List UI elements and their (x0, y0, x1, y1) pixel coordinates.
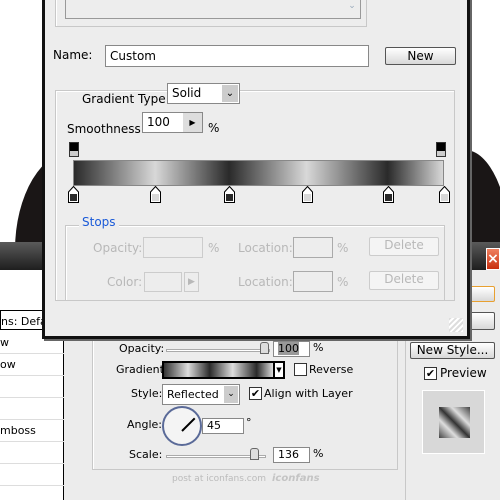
new-style-button[interactable]: New Style... (410, 342, 495, 359)
stop-opacity-label: Opacity: (93, 241, 143, 255)
list-item[interactable] (0, 442, 64, 464)
chevron-down-icon[interactable]: ⌄ (224, 386, 238, 403)
stop-opacity-location-input (293, 237, 333, 258)
align-with-layer-label: Align with Layer (264, 387, 353, 400)
stop-opacity-location-label: Location: (238, 241, 293, 255)
angle-label: Angle: (127, 418, 163, 431)
list-item[interactable] (0, 464, 64, 486)
stop-color-swatch (144, 272, 182, 292)
preview-label: Preview (440, 366, 487, 380)
delete-opacity-stop-button: Delete (369, 237, 439, 256)
color-stop[interactable] (149, 185, 161, 203)
scale-label: Scale: (129, 448, 163, 461)
stop-opacity-input (143, 237, 203, 258)
list-item[interactable]: mboss (0, 420, 64, 442)
stop-color-location-label: Location: (238, 275, 293, 289)
list-item[interactable] (0, 376, 64, 398)
watermark-logo: iconfans (272, 473, 320, 484)
stop-opacity-percent: % (208, 241, 220, 255)
gradient-bar[interactable] (73, 160, 444, 186)
scale-percent: % (313, 447, 324, 460)
resize-grip-icon[interactable] (449, 318, 463, 332)
chevron-down-icon[interactable]: ⌄ (222, 85, 238, 102)
name-input[interactable]: Custom (105, 45, 369, 67)
smoothness-percent: % (208, 121, 220, 135)
gradient-type-label: Gradient Type: (79, 92, 173, 106)
stop-opacity-location-percent: % (337, 241, 349, 255)
watermark-text: post at iconfans.com (172, 474, 267, 484)
style-label: Style: (131, 387, 163, 400)
scale-slider-thumb[interactable] (250, 448, 259, 460)
list-item[interactable] (0, 398, 64, 420)
gradient-label: Gradient: (116, 363, 168, 376)
preview-checkbox[interactable]: ✔ (424, 367, 437, 380)
align-with-layer-checkbox[interactable]: ✔ (249, 387, 262, 400)
gradient-swatch[interactable] (162, 361, 275, 379)
list-item[interactable]: ow (0, 354, 64, 376)
color-stop[interactable] (223, 185, 235, 203)
stops-title: Stops (79, 215, 119, 229)
opacity-slider-thumb[interactable] (260, 342, 269, 354)
gradient-dropdown-button[interactable]: ▼ (274, 361, 285, 379)
smoothness-arrow-button[interactable]: ▶ (183, 113, 202, 132)
opacity-label: Opacity: (119, 342, 165, 355)
reverse-checkbox[interactable] (294, 363, 307, 376)
degree-symbol: ° (246, 416, 252, 429)
opacity-percent: % (313, 341, 324, 354)
close-icon[interactable]: × (486, 248, 500, 270)
preview-swatch (422, 390, 485, 454)
stop-color-label: Color: (107, 275, 143, 289)
color-stop[interactable] (301, 185, 313, 203)
opacity-stop-right[interactable] (436, 142, 446, 157)
stop-color-location-input (293, 271, 333, 292)
angle-dial[interactable] (162, 406, 202, 446)
new-button[interactable]: New (385, 47, 456, 65)
stop-color-location-percent: % (337, 275, 349, 289)
presets-list[interactable] (65, 0, 361, 19)
reverse-label: Reverse (309, 363, 354, 376)
color-stop[interactable] (439, 185, 450, 203)
presets-scroll-down-icon[interactable]: ⌄ (345, 1, 359, 17)
stop-color-arrow: ▶ (184, 272, 199, 292)
delete-color-stop-button: Delete (369, 271, 439, 290)
opacity-slider[interactable] (166, 349, 270, 352)
smoothness-label: Smoothness: (67, 122, 145, 136)
scale-input[interactable]: 136 (273, 447, 310, 463)
color-stop[interactable] (383, 185, 395, 203)
opacity-stop-left[interactable] (69, 142, 79, 157)
name-label: Name: (53, 48, 93, 62)
gradient-editor-dialog: ⌄ Name: Custom New Gradient Type: Solid … (42, 0, 470, 339)
opacity-input[interactable]: 100 (273, 341, 310, 357)
color-stop[interactable] (68, 185, 79, 203)
angle-input[interactable]: 45 (202, 418, 244, 434)
